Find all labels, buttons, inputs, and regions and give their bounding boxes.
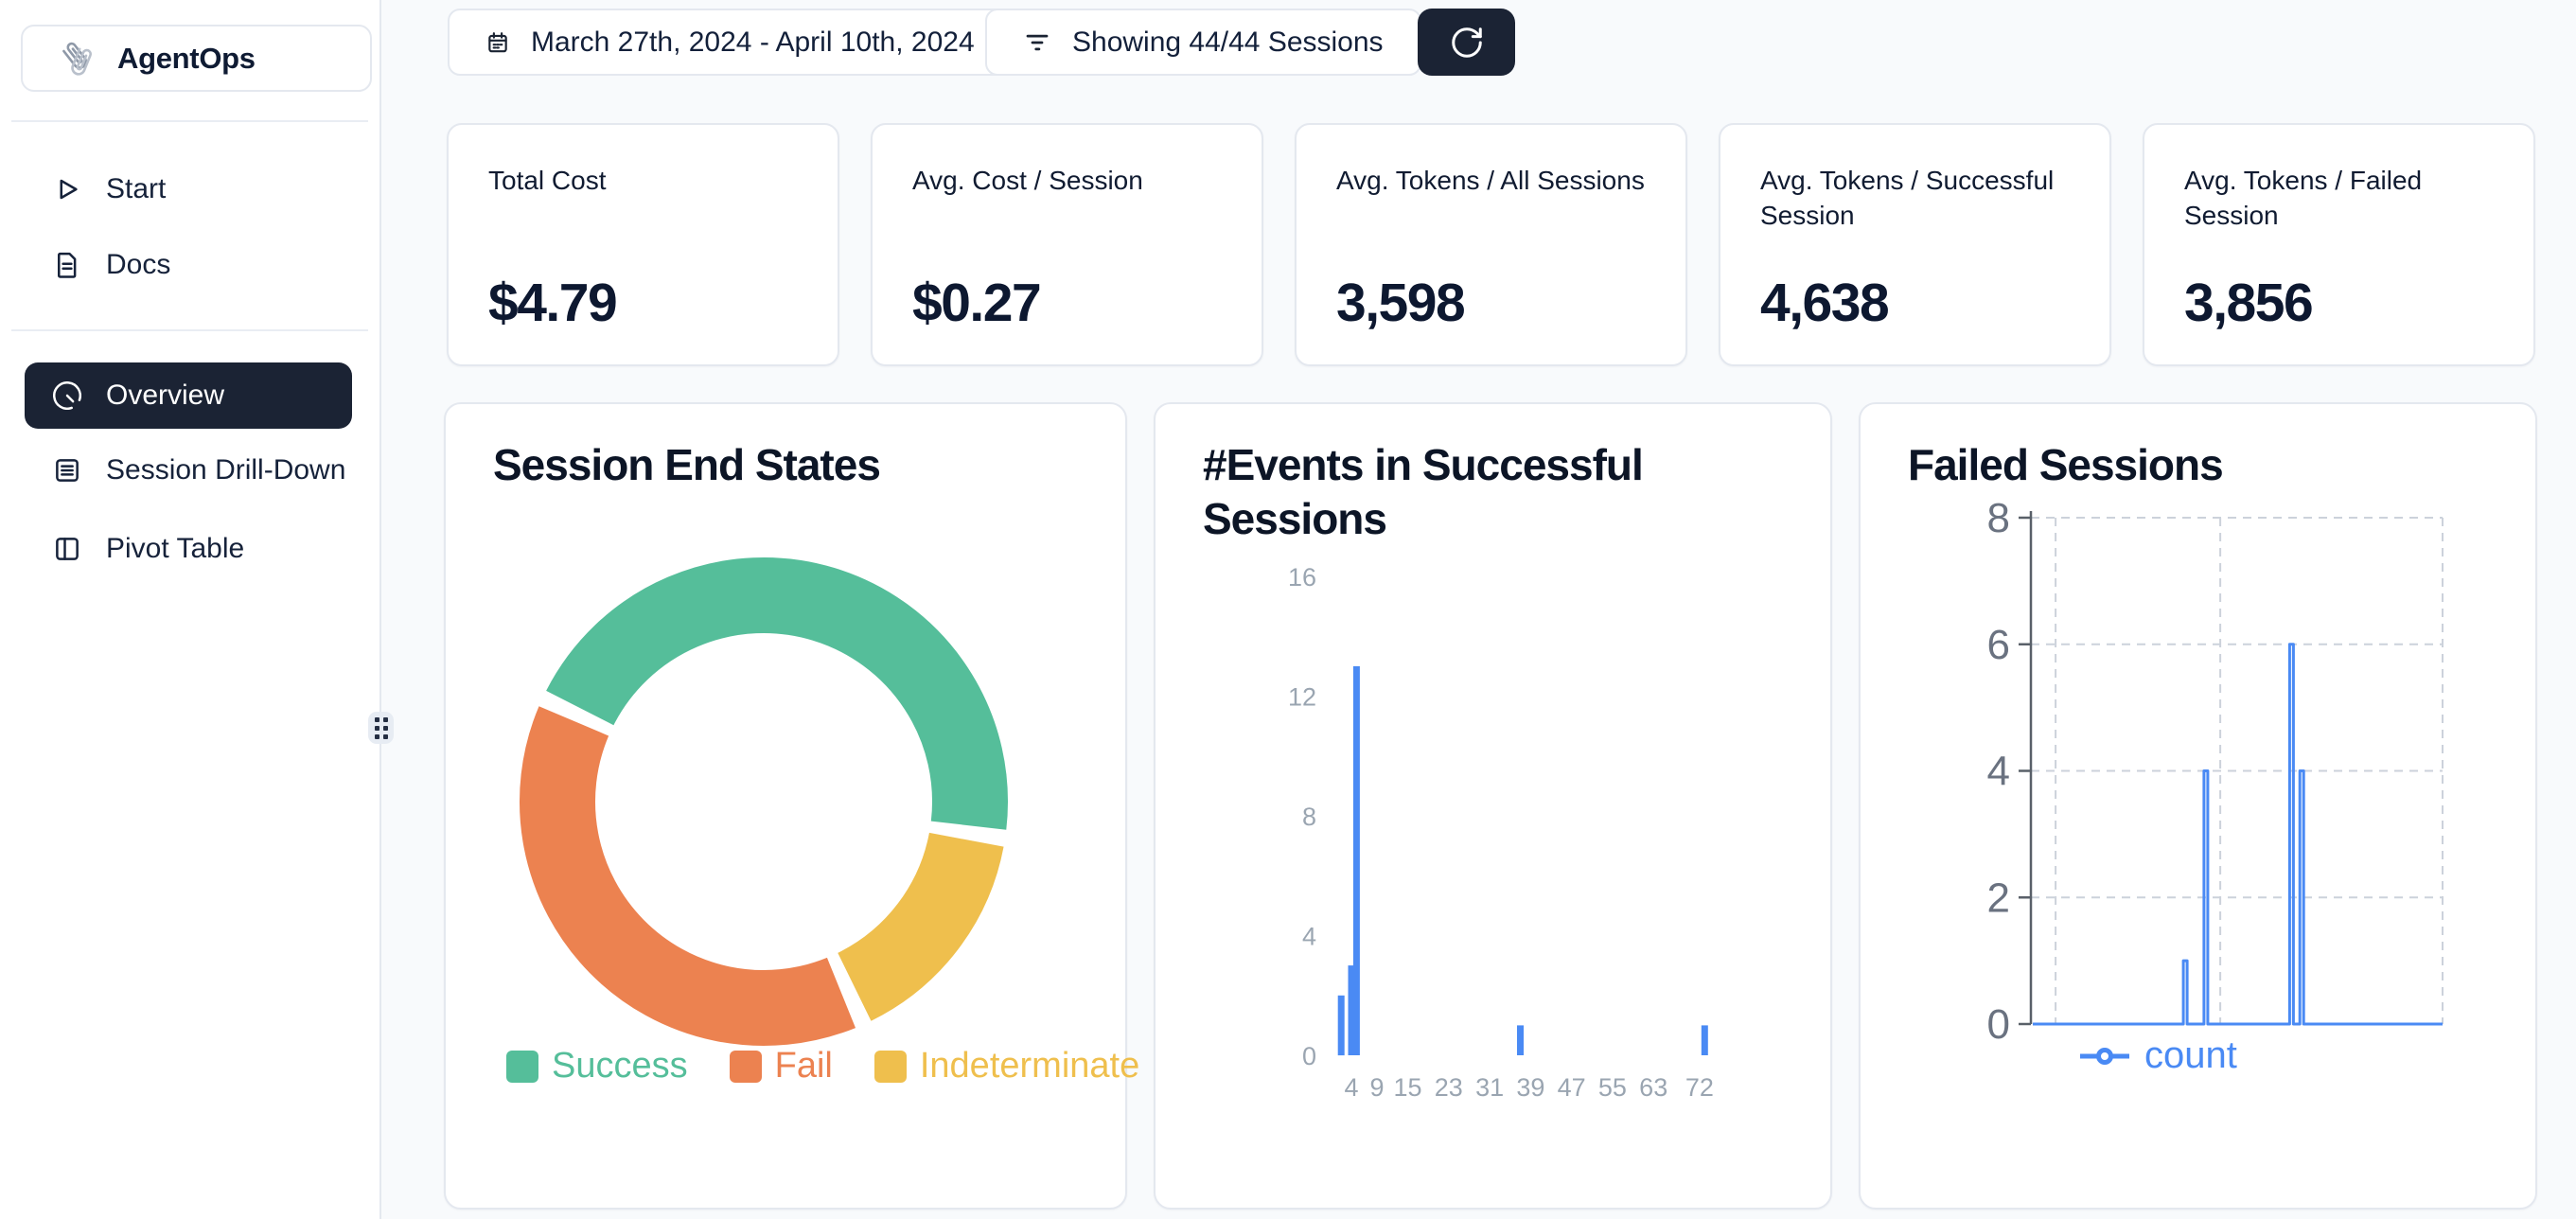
svg-text:0: 0 [1302,1042,1316,1070]
app-logo[interactable]: AgentOps [21,25,372,92]
svg-text:6: 6 [1987,622,2010,668]
svg-text:12: 12 [1288,683,1316,712]
session-filter-button[interactable]: Showing 44/44 Sessions [985,9,1421,76]
stat-label: Avg. Tokens / All Sessions [1336,163,1646,198]
stat-value: $4.79 [488,272,798,334]
refresh-button[interactable] [1418,9,1515,76]
filter-icon [1023,28,1051,57]
chart-title: Failed Sessions [1908,438,2223,492]
svg-text:31: 31 [1475,1073,1504,1102]
svg-text:0: 0 [1987,1001,2010,1048]
panel-left-icon [53,535,81,563]
document-icon [53,251,81,279]
svg-text:9: 9 [1369,1073,1384,1102]
stat-label: Avg. Tokens / Successful Session [1760,163,2070,233]
stat-card-avg-tokens-successful: Avg. Tokens / Successful Session 4,638 [1719,123,2111,366]
svg-text:16: 16 [1288,563,1316,592]
stat-card-avg-cost-session: Avg. Cost / Session $0.27 [871,123,1263,366]
sidebar-item-start[interactable]: Start [25,159,352,220]
stat-value: 3,598 [1336,272,1646,334]
legend-swatch [874,1051,907,1083]
svg-text:4: 4 [1987,749,2010,795]
list-box-icon [53,456,81,485]
stat-label: Total Cost [488,163,798,198]
stat-label: Avg. Tokens / Failed Session [2184,163,2494,233]
chart-title: #Events in Successful Sessions [1203,438,1771,546]
svg-text:72: 72 [1685,1073,1714,1102]
sidebar-item-label: Start [106,173,166,205]
gauge-icon [53,381,81,410]
donut-chart[interactable] [499,537,1029,1067]
stat-value: 4,638 [1760,272,2070,334]
sidebar-item-label: Overview [106,380,224,412]
count-legend-label: count [2144,1034,2237,1077]
sidebar-resize-handle[interactable] [368,712,394,744]
legend-item-fail[interactable]: Fail [730,1046,833,1086]
sidebar-item-session-drill-down[interactable]: Session Drill-Down [25,440,352,501]
stat-card-total-cost: Total Cost $4.79 [447,123,839,366]
svg-text:8: 8 [1987,495,2010,541]
events-bar-chart[interactable]: 0481216491523313947556372 [1260,560,1818,1109]
sidebar: AgentOps Start Docs Overview Session Dri… [0,0,381,1219]
stat-card-avg-tokens-failed: Avg. Tokens / Failed Session 3,856 [2143,123,2535,366]
play-icon [53,175,81,203]
sidebar-divider [11,120,368,122]
sidebar-divider [11,329,368,331]
legend-item-indeterminate[interactable]: Indeterminate [874,1046,1139,1086]
date-range-label: March 27th, 2024 - April 10th, 2024 [531,26,975,59]
paperclip-logo-icon [51,34,100,83]
sidebar-item-label: Docs [106,249,170,281]
svg-text:63: 63 [1639,1073,1667,1102]
stat-cards-row: Total Cost $4.79 Avg. Cost / Session $0.… [447,123,2535,366]
svg-text:47: 47 [1558,1073,1586,1102]
svg-text:4: 4 [1344,1073,1358,1102]
donut-legend: Success Fail Indeterminate [506,1046,1139,1086]
events-in-successful-sessions-card: #Events in Successful Sessions 048121649… [1154,402,1832,1210]
failed-sessions-card: Failed Sessions 0 2 4 6 8 count [1859,402,2537,1210]
legend-swatch [730,1051,762,1083]
stat-value: 3,856 [2184,272,2494,334]
svg-text:39: 39 [1516,1073,1544,1102]
legend-swatch [506,1051,538,1083]
svg-text:8: 8 [1302,803,1316,831]
sidebar-item-pivot-table[interactable]: Pivot Table [25,519,352,579]
legend-label: Indeterminate [920,1046,1139,1086]
chart-title: Session End States [493,438,880,492]
session-filter-label: Showing 44/44 Sessions [1072,26,1384,59]
svg-text:4: 4 [1302,923,1316,951]
calendar-icon [485,30,510,55]
svg-text:2: 2 [1987,874,2010,921]
stat-value: $0.27 [912,272,1222,334]
svg-text:15: 15 [1393,1073,1421,1102]
line-series-marker-icon [2078,1047,2131,1066]
stat-label: Avg. Cost / Session [912,163,1222,198]
sidebar-item-label: Session Drill-Down [106,454,345,486]
date-range-button[interactable]: March 27th, 2024 - April 10th, 2024 [448,9,1013,76]
legend-label: Success [552,1046,688,1086]
failed-sessions-line-chart[interactable]: 0 2 4 6 8 [1946,494,2476,1062]
session-end-states-card: Session End States Success Fail Indeterm… [444,402,1127,1210]
grip-dots-icon [375,717,388,739]
legend-item-success[interactable]: Success [506,1046,688,1086]
charts-row: Session End States Success Fail Indeterm… [444,402,2537,1210]
app-name: AgentOps [117,42,256,76]
sidebar-item-label: Pivot Table [106,533,244,565]
count-legend[interactable]: count [2078,1034,2237,1077]
refresh-icon [1449,25,1485,61]
svg-text:55: 55 [1598,1073,1627,1102]
svg-text:23: 23 [1435,1073,1463,1102]
sidebar-item-overview[interactable]: Overview [25,362,352,429]
stat-card-avg-tokens-all: Avg. Tokens / All Sessions 3,598 [1295,123,1687,366]
sidebar-item-docs[interactable]: Docs [25,235,352,295]
legend-label: Fail [775,1046,833,1086]
